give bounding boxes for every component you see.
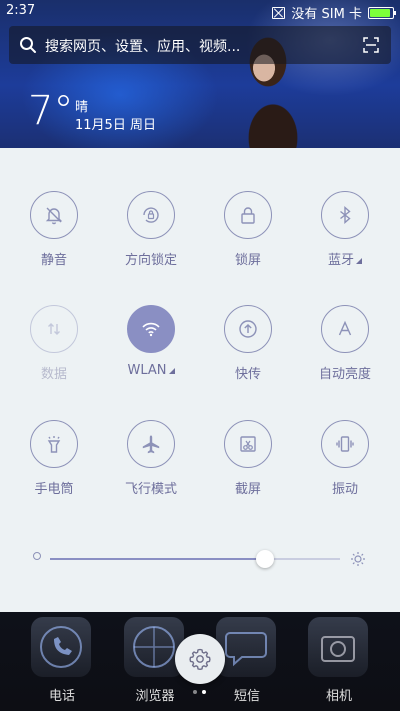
dock-app-label: 相机 bbox=[325, 689, 352, 704]
toggle-flashlight[interactable]: 手电筒 bbox=[9, 420, 99, 500]
toggle-label: WLAN bbox=[106, 363, 196, 378]
toggle-label: 飞行模式 bbox=[124, 482, 177, 497]
toggle-label: 方向锁定 bbox=[124, 253, 177, 268]
date-text: 11月5日 周日 bbox=[75, 118, 156, 133]
brightness-high-icon bbox=[351, 552, 365, 566]
toggle-auto-brightness[interactable]: 自动亮度 bbox=[300, 305, 390, 385]
dock-app-camera[interactable]: 相机 bbox=[308, 617, 370, 707]
toggle-label: 截屏 bbox=[234, 482, 261, 497]
toggle-wlan[interactable]: WLAN bbox=[106, 305, 196, 385]
expand-corner-icon bbox=[168, 368, 175, 374]
camera-icon bbox=[308, 617, 368, 677]
rotation-lock-icon bbox=[127, 191, 175, 239]
dock-app-label: 短信 bbox=[233, 689, 260, 704]
airplane-icon bbox=[127, 420, 175, 468]
wifi-icon bbox=[127, 305, 175, 353]
bluetooth-icon bbox=[321, 191, 369, 239]
toggle-rotation-lock[interactable]: 方向锁定 bbox=[106, 191, 196, 271]
no-sim-icon bbox=[272, 6, 286, 19]
temperature: 7° bbox=[28, 88, 74, 134]
toggle-label: 自动亮度 bbox=[318, 367, 371, 382]
browser-icon bbox=[124, 617, 184, 677]
weather-condition: 晴 bbox=[75, 100, 89, 115]
brightness-fill bbox=[50, 558, 265, 560]
brightness-slider[interactable] bbox=[50, 550, 340, 568]
gear-icon bbox=[189, 648, 211, 670]
toggle-label-text: 蓝牙 bbox=[327, 253, 354, 268]
toggle-label: 静音 bbox=[40, 253, 67, 268]
toggle-label: 手电筒 bbox=[34, 482, 74, 497]
sim-status-text: 没有 SIM 卡 bbox=[291, 7, 362, 22]
brightness-low-icon bbox=[33, 552, 41, 560]
quick-settings-panel: 静音 方向锁定 锁屏 蓝牙 数据 WLAN 快传 自动亮度 手电筒 飞行模式 截… bbox=[0, 148, 400, 612]
dock-app-label: 浏览器 bbox=[135, 689, 175, 704]
toggle-label-text: WLAN bbox=[127, 363, 167, 378]
toggle-label: 蓝牙 bbox=[300, 249, 390, 268]
dock-app-messages[interactable]: 短信 bbox=[216, 617, 278, 707]
phone-icon bbox=[31, 617, 91, 677]
toggle-label: 振动 bbox=[331, 482, 358, 497]
status-bar: 2:37 没有 SIM 卡 bbox=[0, 0, 400, 22]
toggle-label: 快传 bbox=[234, 367, 261, 382]
vibrate-icon bbox=[321, 420, 369, 468]
search-icon bbox=[20, 37, 36, 53]
toggle-label: 数据 bbox=[40, 367, 67, 382]
flashlight-icon bbox=[30, 420, 78, 468]
toggle-label: 锁屏 bbox=[234, 253, 261, 268]
upload-icon bbox=[224, 305, 272, 353]
toggle-quick-transfer[interactable]: 快传 bbox=[203, 305, 293, 385]
toggle-vibrate[interactable]: 振动 bbox=[300, 420, 390, 500]
bell-off-icon bbox=[30, 191, 78, 239]
search-input[interactable]: 搜索网页、设置、应用、视频... bbox=[45, 36, 240, 56]
message-icon bbox=[216, 617, 276, 677]
toggle-mute[interactable]: 静音 bbox=[9, 191, 99, 271]
mobile-data-icon bbox=[30, 305, 78, 353]
toggle-airplane-mode[interactable]: 飞行模式 bbox=[106, 420, 196, 500]
scan-icon[interactable] bbox=[363, 37, 379, 53]
status-right: 没有 SIM 卡 bbox=[272, 3, 396, 22]
page-indicator-dot bbox=[193, 690, 197, 694]
settings-button[interactable] bbox=[175, 634, 225, 684]
toggle-screenshot[interactable]: 截屏 bbox=[203, 420, 293, 500]
status-time: 2:37 bbox=[6, 3, 36, 18]
lock-icon bbox=[224, 191, 272, 239]
toggle-lock-screen[interactable]: 锁屏 bbox=[203, 191, 293, 271]
search-bar[interactable]: 搜索网页、设置、应用、视频... bbox=[9, 26, 391, 64]
screenshot-icon bbox=[224, 420, 272, 468]
page-indicator-dot-active bbox=[202, 690, 206, 694]
auto-brightness-icon bbox=[321, 305, 369, 353]
toggle-mobile-data[interactable]: 数据 bbox=[9, 305, 99, 385]
toggle-bluetooth[interactable]: 蓝牙 bbox=[300, 191, 390, 271]
battery-icon bbox=[368, 6, 396, 19]
dock-app-label: 电话 bbox=[48, 689, 75, 704]
brightness-slider-thumb[interactable] bbox=[256, 550, 274, 568]
expand-corner-icon bbox=[356, 258, 362, 264]
dock-app-phone[interactable]: 电话 bbox=[31, 617, 93, 707]
